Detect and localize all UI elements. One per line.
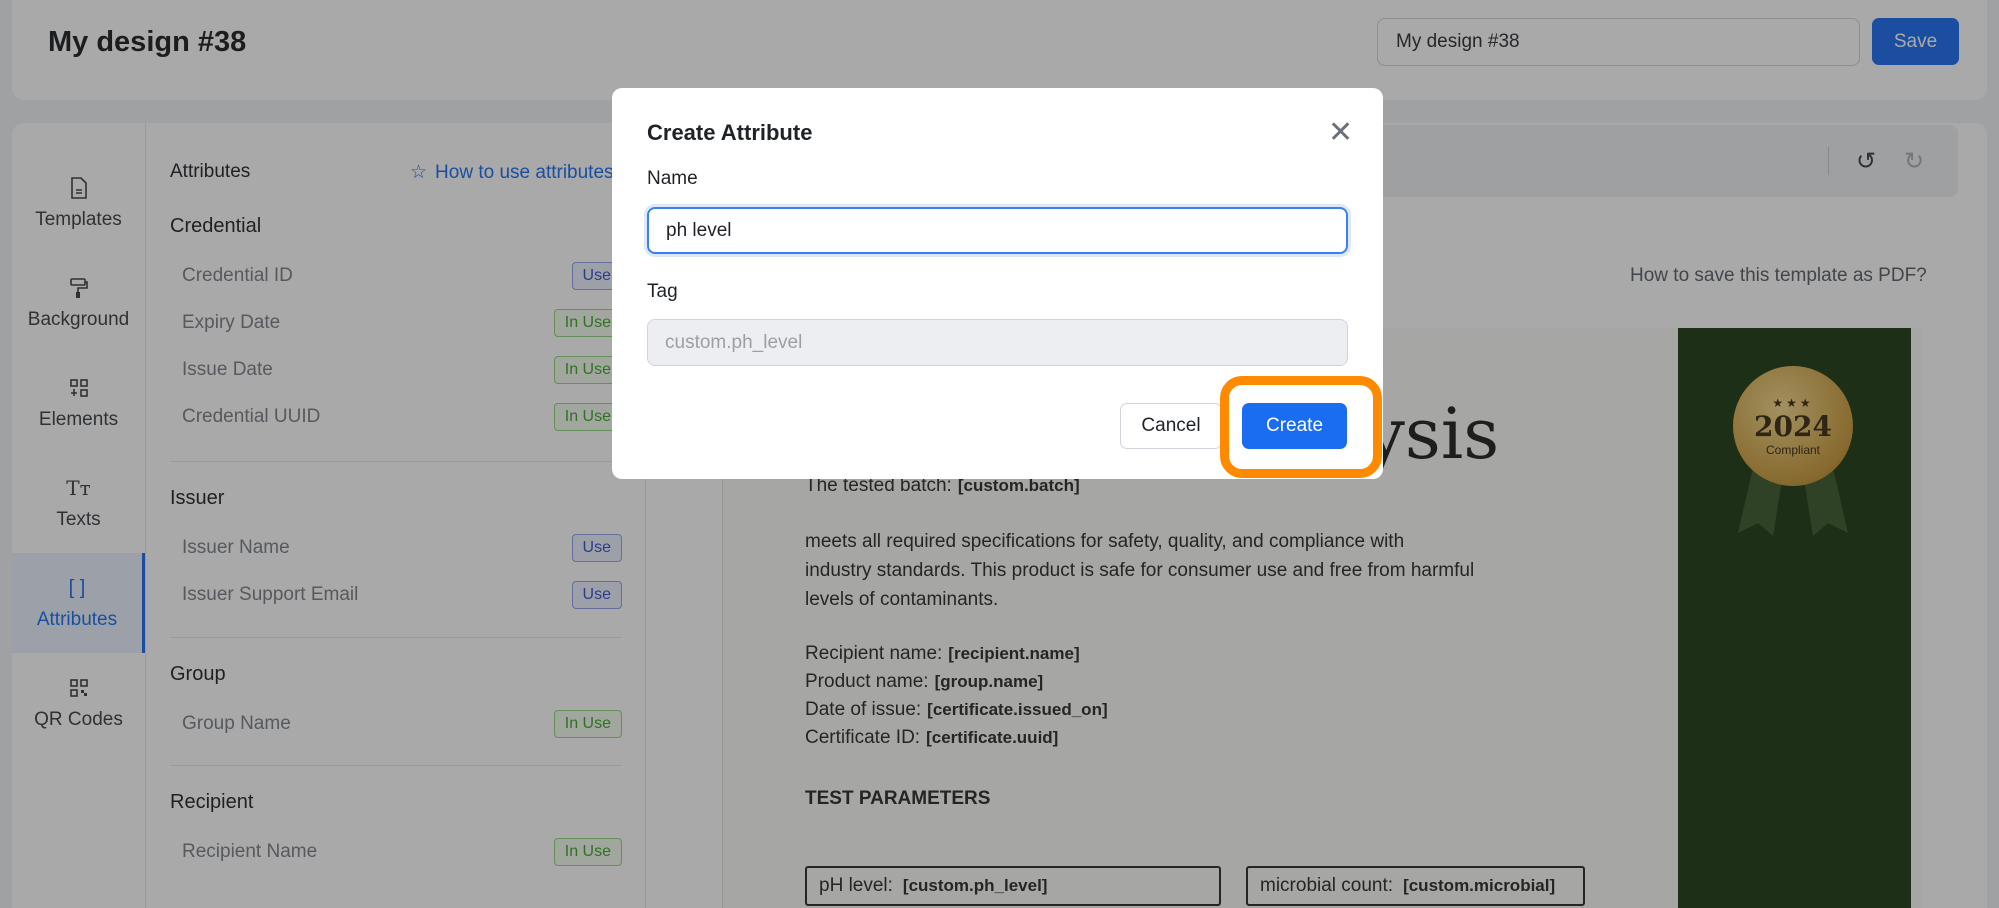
tag-input: custom.ph_level: [647, 319, 1348, 366]
cancel-button[interactable]: Cancel: [1120, 403, 1222, 449]
dialog-title: Create Attribute: [647, 120, 813, 145]
name-label: Name: [647, 168, 698, 189]
name-input[interactable]: ph level: [647, 207, 1348, 254]
create-button-highlight: [1220, 376, 1382, 478]
tag-label: Tag: [647, 281, 678, 302]
close-icon[interactable]: ✕: [1328, 118, 1353, 148]
